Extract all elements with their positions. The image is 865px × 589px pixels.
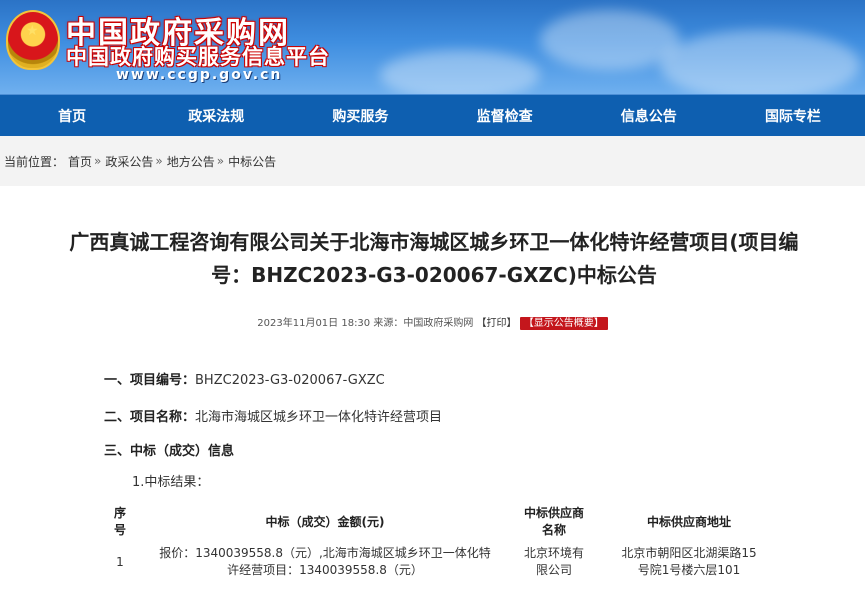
header-text: 名称 <box>541 523 566 537</box>
breadcrumb-award[interactable]: 中标公告 <box>228 153 276 170</box>
table-header-row: 序 号 中标（成交）金额(元) 中标供应商 名称 中标供应商地址 <box>104 505 784 539</box>
cell-text: 限公司 <box>535 563 572 577</box>
project-name: 北海市海城区城乡环卫一体化特许经营项目 <box>195 410 443 425</box>
section-project-name: 二、项目名称：北海市海城区城乡环卫一体化特许经营项目 <box>104 406 442 425</box>
table-header-cell: 中标供应商 名称 <box>514 505 594 539</box>
article-meta: 2023年11月01日 18:30 来源：中国政府采购网 【打印】 【显示公告概… <box>0 314 865 330</box>
main-nav: 首页 政采法规 购买服务 监督检查 信息公告 国际专栏 <box>0 94 865 136</box>
section-project-number: 一、项目编号：BHZC2023-G3-020067-GXZC <box>104 369 385 388</box>
breadcrumb-home[interactable]: 首页 <box>68 153 92 170</box>
national-emblem-icon[interactable]: ★ <box>6 10 60 70</box>
breadcrumb-separator: » <box>155 154 163 168</box>
nav-item-purchase-services[interactable]: 购买服务 <box>288 95 432 136</box>
breadcrumb-separator: » <box>94 154 102 168</box>
nav-item-international[interactable]: 国际专栏 <box>721 95 865 136</box>
article-title: 广西真诚工程咨询有限公司关于北海市海城区城乡环卫一体化特许经营项目(项目编 号：… <box>14 226 854 292</box>
table-header-cell: 中标（成交）金额(元) <box>265 515 385 529</box>
table-cell: 北京环境有 限公司 <box>514 545 594 579</box>
section-label: 一、项目编号： <box>104 373 196 388</box>
award-table: 序 号 中标（成交）金额(元) 中标供应商 名称 中标供应商地址 1 报价：13… <box>104 505 784 579</box>
site-header-banner: ★ 中国政府采购网 中国政府购买服务信息平台 www.ccgp.gov.cn <box>0 0 865 94</box>
section-award-info: 三、中标（成交）信息 <box>104 440 234 459</box>
table-cell: 1 <box>116 555 124 569</box>
cell-text: 北京市朝阳区北湖渠路15 <box>621 546 757 560</box>
cell-text: 号院1号楼六层101 <box>637 563 741 577</box>
subsection-award-result: 1.中标结果： <box>132 475 210 490</box>
nav-item-home[interactable]: 首页 <box>0 95 144 136</box>
header-text: 号 <box>113 523 126 537</box>
project-number: BHZC2023-G3-020067-GXZC <box>195 373 385 388</box>
source-name: 中国政府采购网 <box>403 318 474 329</box>
header-text: 序 <box>113 506 126 520</box>
cloud-decoration <box>380 50 540 94</box>
publish-date: 2023年11月01日 18:30 <box>257 318 371 329</box>
article-title-line: 号：BHZC2023-G3-020067-GXZC)中标公告 <box>211 263 657 287</box>
cell-text: 许经营项目：1340039558.8（元） <box>227 563 423 577</box>
section-label: 二、项目名称： <box>104 410 196 425</box>
show-summary-button[interactable]: 【显示公告概要】 <box>519 317 608 330</box>
section-label: 三、中标（成交）信息 <box>104 444 235 459</box>
header-text: 中标供应商 <box>523 506 584 520</box>
source-label: 来源： <box>373 318 404 329</box>
breadcrumb-prefix: 当前位置： <box>4 154 65 169</box>
article-title-line: 广西真诚工程咨询有限公司关于北海市海城区城乡环卫一体化特许经营项目(项目编 <box>69 230 799 254</box>
nav-item-announcements[interactable]: 信息公告 <box>577 95 721 136</box>
cloud-decoration <box>660 30 860 94</box>
star-icon: ★ <box>26 23 39 39</box>
table-header-cell: 序 号 <box>104 505 136 539</box>
cloud-decoration <box>540 10 680 70</box>
cell-text: 北京环境有 <box>523 546 584 560</box>
nav-item-regulations[interactable]: 政采法规 <box>144 95 288 136</box>
table-header-cell: 中标供应商地址 <box>646 515 731 529</box>
print-button[interactable]: 【打印】 <box>477 318 517 329</box>
breadcrumb-procurement[interactable]: 政采公告 <box>105 153 153 170</box>
breadcrumb: 当前位置： 首页 » 政采公告 » 地方公告 » 中标公告 <box>0 136 865 186</box>
table-row: 1 报价：1340039558.8（元）,北海市海城区城乡环卫一体化特 许经营项… <box>104 545 784 579</box>
table-cell: 北京市朝阳区北湖渠路15 号院1号楼六层101 <box>594 545 784 579</box>
breadcrumb-local[interactable]: 地方公告 <box>167 153 215 170</box>
table-cell: 报价：1340039558.8（元）,北海市海城区城乡环卫一体化特 许经营项目：… <box>136 545 514 579</box>
breadcrumb-separator: » <box>216 154 225 168</box>
cell-text: 报价：1340039558.8（元）,北海市海城区城乡环卫一体化特 <box>159 546 491 560</box>
nav-item-supervision[interactable]: 监督检查 <box>433 95 577 136</box>
site-url: www.ccgp.gov.cn <box>116 67 283 83</box>
